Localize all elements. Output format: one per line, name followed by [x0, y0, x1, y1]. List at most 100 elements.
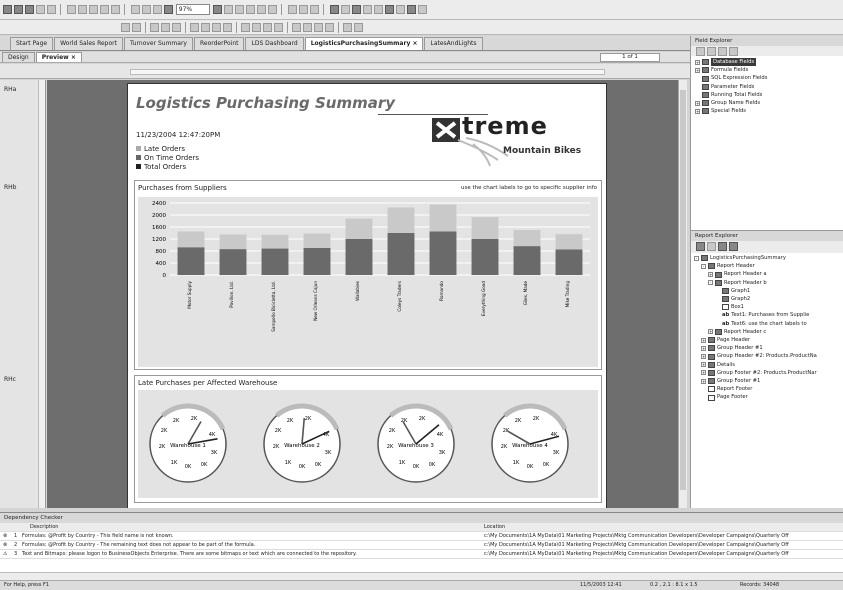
tree-formula-fields[interactable]: + Formula Fields	[695, 66, 839, 74]
suppress-icon[interactable]	[263, 23, 272, 32]
tree-group-header-2[interactable]: + Group Header #2: Products.ProductNa	[694, 352, 840, 360]
tree-group-name-fields[interactable]: + Group Name Fields	[695, 99, 839, 107]
tree-box1[interactable]: Box1	[694, 303, 840, 311]
tree-root[interactable]: - LogisticsPurchasingSummary	[694, 254, 840, 262]
print-icon[interactable]	[36, 5, 45, 14]
dependency-row[interactable]: ⊗ 2 Formulas: @Profit by Country - The re…	[0, 541, 843, 550]
tree-special-fields[interactable]: + Special Fields	[695, 107, 839, 115]
tab-reorderpoint[interactable]: ReorderPoint	[193, 37, 245, 50]
page-navigator[interactable]: 1 of 1	[600, 53, 660, 62]
align-center-icon[interactable]	[201, 23, 210, 32]
tree-group-footer-1[interactable]: + Group Footer #1	[694, 377, 840, 385]
graphical-icon[interactable]	[718, 242, 727, 251]
select-icon[interactable]	[256, 5, 266, 14]
grid-icon[interactable]	[729, 242, 738, 251]
tree-page-footer[interactable]: Page Footer	[694, 393, 840, 401]
tree-report-header-c[interactable]: + Report Header c	[694, 328, 840, 336]
undo-icon[interactable]	[99, 5, 109, 14]
col-location[interactable]: Location	[484, 523, 505, 531]
align-left-icon[interactable]	[190, 23, 199, 32]
bold-icon[interactable]	[150, 23, 159, 32]
insert-chart-icon[interactable]	[152, 5, 162, 14]
tree-graph1[interactable]: Graph1	[694, 287, 840, 295]
tree-parameter-fields[interactable]: Parameter Fields	[695, 83, 839, 91]
decimal-icon[interactable]	[325, 23, 334, 32]
percent-icon[interactable]	[314, 23, 323, 32]
redo-icon[interactable]	[110, 5, 120, 14]
tree-group-header-1[interactable]: + Group Header #1	[694, 344, 840, 352]
tree-details[interactable]: + Details	[694, 361, 840, 369]
link-icon[interactable]	[309, 5, 319, 14]
justify-icon[interactable]	[223, 23, 232, 32]
insert-field-icon[interactable]	[130, 5, 140, 14]
find-icon[interactable]	[163, 5, 173, 14]
lines-icon[interactable]	[343, 23, 352, 32]
edit-icon[interactable]	[718, 47, 727, 56]
map-icon[interactable]	[395, 5, 405, 14]
col-description[interactable]: Description	[0, 523, 484, 531]
box-icon[interactable]	[373, 5, 383, 14]
tree-report-header-a[interactable]: + Report Header a	[694, 270, 840, 278]
help-icon[interactable]	[212, 5, 222, 14]
shapes-icon[interactable]	[354, 23, 363, 32]
group-icon[interactable]	[267, 5, 277, 14]
save-icon[interactable]	[25, 5, 34, 14]
paste-icon[interactable]	[88, 5, 98, 14]
align-right-icon[interactable]	[212, 23, 221, 32]
tab-preview[interactable]: Preview ×	[35, 52, 82, 62]
chart-icon[interactable]	[384, 5, 394, 14]
tree-running-total-fields[interactable]: Running Total Fields	[695, 91, 839, 99]
tree-page-header[interactable]: + Page Header	[694, 336, 840, 344]
tab-design[interactable]: Design	[2, 52, 35, 62]
ole-icon[interactable]	[406, 5, 416, 14]
thousands-icon[interactable]	[303, 23, 312, 32]
expert-icon[interactable]	[234, 5, 244, 14]
formula-icon[interactable]	[287, 5, 297, 14]
new-icon[interactable]	[3, 5, 12, 14]
tab-lds-dashboard[interactable]: LDS Dashboard	[245, 37, 304, 50]
data-fields-icon[interactable]	[707, 242, 716, 251]
dependency-hscroll[interactable]	[0, 572, 843, 580]
tab-turnover[interactable]: Turnover Summary	[123, 37, 193, 50]
canvas-scrollbar[interactable]	[678, 80, 687, 508]
tree-text1[interactable]: ab Text1: Purchases from Supplie	[694, 311, 840, 319]
currency-icon[interactable]	[292, 23, 301, 32]
tab-lates-and-lights[interactable]: LatesAndLights	[424, 37, 483, 50]
tab-world-sales[interactable]: World Sales Report	[54, 37, 123, 50]
tree-report-header[interactable]: - Report Header	[694, 262, 840, 270]
close-icon[interactable]: ×	[412, 40, 417, 47]
tree-text6[interactable]: ab Text6: use the chart labels to	[694, 320, 840, 328]
tree-graph2[interactable]: Graph2	[694, 295, 840, 303]
preview-icon[interactable]	[47, 5, 56, 14]
italic-icon[interactable]	[161, 23, 170, 32]
font-color-icon[interactable]	[241, 23, 250, 32]
tree-database-fields[interactable]: + Database Fields	[695, 58, 839, 67]
font-icon[interactable]	[121, 23, 130, 32]
field-explorer-icon[interactable]	[329, 5, 339, 14]
new-field-icon[interactable]	[707, 47, 716, 56]
tree-report-header-b[interactable]: - Report Header b	[694, 279, 840, 287]
underline-icon[interactable]	[172, 23, 181, 32]
font-size-icon[interactable]	[132, 23, 141, 32]
sum-icon[interactable]	[351, 5, 361, 14]
view-icon[interactable]	[696, 242, 705, 251]
chart1-note[interactable]: use the chart labels to go to specific s…	[461, 185, 597, 191]
lock-icon[interactable]	[274, 23, 283, 32]
tree-group-footer-2[interactable]: + Group Footer #2: Products.ProductNar	[694, 369, 840, 377]
open-icon[interactable]	[14, 5, 23, 14]
dependency-row[interactable]: ⚠ 3 Text and Bitmaps: please logon to Bus…	[0, 550, 843, 559]
cut-icon[interactable]	[66, 5, 76, 14]
tab-start-page[interactable]: Start Page	[10, 37, 54, 50]
zoom-select[interactable]: 97%	[175, 4, 210, 15]
report-explorer-icon[interactable]	[340, 5, 350, 14]
tree-report-footer[interactable]: Report Footer	[694, 385, 840, 393]
subreport-icon[interactable]	[417, 5, 427, 14]
sort-icon[interactable]	[245, 5, 255, 14]
insert-icon[interactable]	[696, 47, 705, 56]
border-icon[interactable]	[252, 23, 261, 32]
format-icon[interactable]	[223, 5, 233, 14]
insert-group-icon[interactable]	[141, 5, 151, 14]
text-object-icon[interactable]	[362, 5, 372, 14]
tab-logistics-purchasing[interactable]: LogisticsPurchasingSummary ×	[304, 37, 424, 50]
delete-icon[interactable]	[729, 47, 738, 56]
